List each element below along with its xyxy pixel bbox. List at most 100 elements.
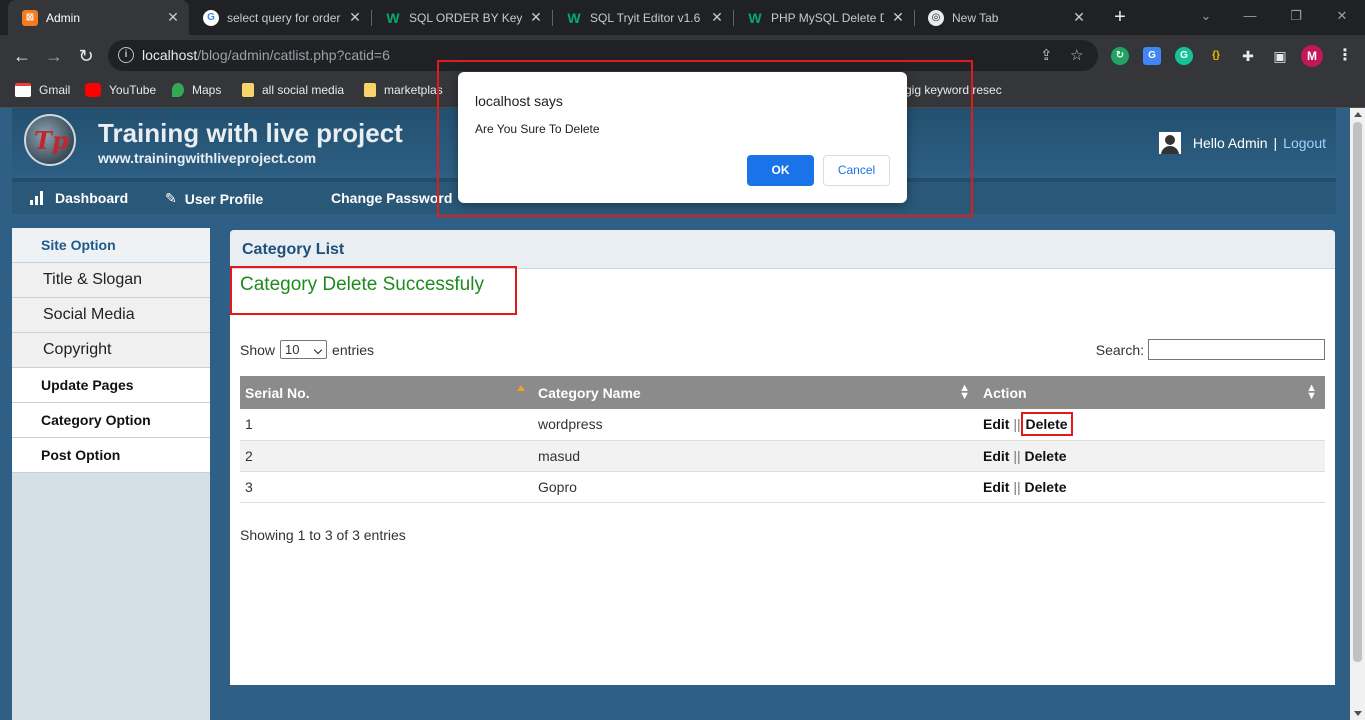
bookmark-label: all social media — [262, 83, 345, 97]
site-title: Training with live project — [98, 118, 403, 148]
new-tab-plus-icon[interactable]: + — [1108, 5, 1132, 29]
tab-admin[interactable]: ⊠ Admin ✕ — [8, 0, 189, 35]
sort-both-icon: ▲ ▼ — [1306, 382, 1317, 402]
scroll-down-arrow-icon[interactable] — [1354, 711, 1362, 716]
column-header-category-name[interactable]: Category Name ▲ ▼ — [533, 376, 978, 409]
category-list-panel: Category List Category Delete Successful… — [230, 230, 1335, 685]
nav-label: User Profile — [184, 190, 264, 207]
grammarly-icon[interactable]: G — [1175, 47, 1193, 65]
nav-label: Change Password — [331, 190, 453, 206]
google-translate-icon[interactable]: G — [1143, 47, 1161, 65]
delete-link[interactable]: Delete — [1020, 412, 1073, 437]
sidebar-item-site-option[interactable]: Site Option — [12, 228, 210, 263]
bookmark-label: Maps — [192, 83, 222, 97]
sidebar-item-copyright[interactable]: Copyright — [12, 333, 210, 368]
bookmark-folder-marketplace[interactable]: marketplas — [364, 83, 443, 97]
search-input[interactable] — [1148, 339, 1325, 360]
sidebar-item-title-slogan[interactable]: Title & Slogan — [12, 263, 210, 298]
folder-icon — [242, 83, 254, 97]
bar-chart-icon — [30, 191, 45, 205]
cell-action: Edit || Delete — [978, 471, 1325, 503]
sidebar-item-update-pages[interactable]: Update Pages — [12, 368, 210, 403]
back-arrow-icon[interactable]: ← — [9, 43, 35, 69]
extension-sync-icon[interactable]: ↻ — [1111, 47, 1129, 65]
forward-arrow-icon[interactable]: → — [41, 43, 67, 69]
show-label: Show — [240, 341, 276, 358]
edit-link[interactable]: Edit — [983, 479, 1009, 495]
tab-search-chevron-icon[interactable]: ⌄ — [1183, 4, 1229, 28]
site-info-icon[interactable]: i — [118, 47, 134, 63]
user-greeting: Hello Admin | Logout — [1158, 132, 1326, 154]
scroll-up-arrow-icon[interactable] — [1354, 112, 1362, 117]
bookmark-folder-social[interactable]: all social media — [242, 83, 344, 97]
youtube-icon — [85, 83, 101, 97]
gmail-icon — [15, 83, 31, 97]
close-tab-icon[interactable]: ✕ — [1071, 9, 1087, 26]
logout-link[interactable]: Logout — [1283, 135, 1326, 151]
entries-label: entries — [332, 341, 375, 358]
user-avatar-icon — [1158, 132, 1181, 154]
chrome-icon: ◎ — [928, 9, 944, 26]
close-tab-icon[interactable]: ✕ — [347, 9, 363, 26]
delete-link[interactable]: Delete — [1025, 479, 1067, 495]
minimize-icon[interactable]: — — [1227, 4, 1273, 28]
bookmark-label: Gmail — [39, 83, 71, 97]
nav-change-password[interactable]: Change Password — [331, 190, 452, 206]
tab-title: SQL ORDER BY Keywo — [409, 10, 522, 25]
table-row: 2 masud Edit || Delete — [240, 440, 1325, 472]
close-tab-icon[interactable]: ✕ — [890, 9, 906, 26]
site-logo: Tp — [24, 114, 76, 166]
tab-new-tab[interactable]: ◎ New Tab ✕ — [914, 0, 1095, 35]
sidebar-item-post-option[interactable]: Post Option — [12, 438, 210, 473]
nav-dashboard[interactable]: Dashboard — [30, 190, 128, 206]
url-text: localhost/blog/admin/catlist.php?catid=6 — [142, 47, 390, 63]
side-panel-icon[interactable]: ▣ — [1271, 47, 1289, 65]
tab-sql-tryit[interactable]: W SQL Tryit Editor v1.6 ✕ — [552, 0, 733, 35]
close-window-icon[interactable]: ✕ — [1319, 4, 1365, 28]
category-table: Serial No. Category Name ▲ ▼ Action ▲ ▼ 1 — [240, 376, 1325, 503]
column-header-serial[interactable]: Serial No. — [240, 376, 533, 409]
scrollbar-thumb[interactable] — [1353, 122, 1362, 662]
bookmark-gmail[interactable]: Gmail — [15, 83, 70, 97]
bookmark-star-icon[interactable]: ☆ — [1070, 46, 1083, 64]
sidebar-item-social-media[interactable]: Social Media — [12, 298, 210, 333]
share-icon[interactable]: ⇪ — [1040, 46, 1053, 64]
logo-text: Tp — [34, 126, 69, 155]
browser-tab-bar: ⊠ Admin ✕ G select query for order ✕ W S… — [0, 0, 1365, 35]
tab-sql-order-by[interactable]: W SQL ORDER BY Keywo ✕ — [371, 0, 552, 35]
site-subtitle: www.trainingwithliveproject.com — [98, 150, 317, 166]
delete-link[interactable]: Delete — [1025, 448, 1067, 464]
page-length-select[interactable]: 10 — [280, 340, 328, 359]
bookmark-maps[interactable]: Maps — [172, 83, 221, 97]
column-label: Serial No. — [245, 384, 310, 401]
page-scrollbar[interactable] — [1350, 108, 1365, 720]
close-tab-icon[interactable]: ✕ — [165, 9, 181, 26]
close-tab-icon[interactable]: ✕ — [709, 9, 725, 26]
tab-php-mysql-delete[interactable]: W PHP MySQL Delete D ✕ — [733, 0, 914, 35]
maps-pin-icon — [172, 83, 184, 97]
edit-link[interactable]: Edit — [983, 448, 1009, 464]
google-icon: G — [203, 9, 219, 26]
sidebar: Site Option Title & Slogan Social Media … — [12, 228, 210, 720]
table-row: 3 Gopro Edit || Delete — [240, 471, 1325, 503]
search-label: Search: — [1095, 341, 1144, 358]
more-menu-icon[interactable]: ⋮ — [1336, 47, 1354, 65]
bookmark-youtube[interactable]: YouTube — [85, 83, 156, 97]
close-tab-icon[interactable]: ✕ — [528, 9, 544, 26]
extensions-puzzle-icon[interactable]: ✚ — [1239, 47, 1257, 65]
edit-link[interactable]: Edit — [983, 416, 1009, 432]
json-extension-icon[interactable]: {} — [1207, 47, 1225, 65]
cell-action: Edit || Delete — [978, 440, 1325, 472]
table-info: Showing 1 to 3 of 3 entries — [240, 527, 406, 543]
column-header-action[interactable]: Action ▲ ▼ — [978, 376, 1325, 409]
nav-user-profile[interactable]: ✎ User Profile — [165, 190, 263, 207]
sidebar-item-category-option[interactable]: Category Option — [12, 403, 210, 438]
sort-both-icon: ▲ ▼ — [959, 382, 970, 402]
tab-google-search[interactable]: G select query for order ✕ — [189, 0, 371, 35]
cell-serial: 3 — [240, 471, 533, 503]
profile-avatar[interactable]: M — [1301, 45, 1323, 67]
column-label: Category Name — [538, 384, 641, 401]
tab-title: select query for order — [227, 10, 341, 25]
reload-icon[interactable]: ↻ — [73, 43, 99, 69]
restore-icon[interactable]: ❐ — [1273, 4, 1319, 28]
